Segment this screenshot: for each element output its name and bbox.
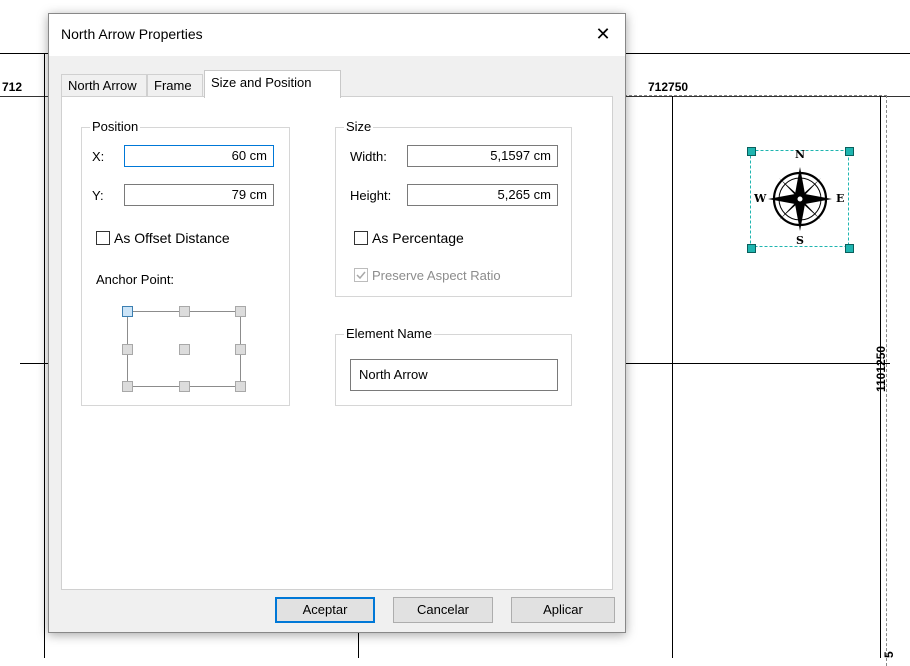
width-input[interactable]: 5,1597 cm — [407, 145, 558, 167]
map-line — [44, 53, 45, 658]
preserve-aspect-label: Preserve Aspect Ratio — [372, 268, 501, 283]
x-label: X: — [92, 149, 105, 164]
tab-frame[interactable]: Frame — [147, 74, 203, 96]
anchor-bottom-right[interactable] — [235, 381, 246, 392]
preserve-aspect-checkbox[interactable] — [354, 268, 368, 282]
as-percentage-checkbox[interactable] — [354, 231, 368, 245]
position-group-label: Position — [90, 119, 141, 134]
element-name-input[interactable]: North Arrow — [350, 359, 558, 391]
element-name-group: Element Name North Arrow — [335, 326, 572, 406]
offset-distance-checkbox[interactable] — [96, 231, 110, 245]
north-arrow-properties-dialog: North Arrow Properties ✕ North Arrow Fra… — [48, 13, 626, 633]
compass-w-label: W — [754, 192, 767, 205]
cancel-button[interactable]: Cancelar — [393, 597, 493, 623]
compass-s-label: S — [796, 234, 804, 247]
element-name-group-label: Element Name — [344, 326, 434, 341]
tab-size-and-position[interactable]: Size and Position — [204, 70, 341, 98]
anchor-top-center[interactable] — [179, 306, 190, 317]
resize-handle-sw[interactable] — [747, 244, 756, 253]
close-icon: ✕ — [595, 24, 611, 44]
title-bar[interactable]: North Arrow Properties ✕ — [49, 14, 625, 56]
height-input[interactable]: 5,265 cm — [407, 184, 558, 206]
map-coord-bottom: 5 — [882, 651, 896, 658]
compass-e-label: E — [836, 192, 845, 205]
size-group: Size Width: 5,1597 cm Height: 5,265 cm A… — [335, 119, 572, 297]
size-group-label: Size — [344, 119, 374, 134]
tab-north-arrow[interactable]: North Arrow — [61, 74, 147, 96]
apply-button[interactable]: Aplicar — [511, 597, 615, 623]
map-coord-right: 1101250 — [874, 345, 888, 392]
map-coord-left: 712 — [2, 80, 23, 94]
anchor-top-right[interactable] — [235, 306, 246, 317]
checkmark-icon — [356, 271, 366, 280]
as-percentage-label[interactable]: As Percentage — [372, 230, 464, 246]
y-label: Y: — [92, 188, 104, 203]
resize-handle-ne[interactable] — [845, 147, 854, 156]
anchor-bottom-left[interactable] — [122, 381, 133, 392]
tab-panel: Position X: 60 cm Y: 79 cm As Offset Dis… — [61, 96, 613, 590]
compass-n-label: N — [795, 148, 806, 161]
offset-distance-label[interactable]: As Offset Distance — [114, 230, 230, 246]
map-coord-top: 712750 — [648, 80, 689, 94]
close-button[interactable]: ✕ — [581, 14, 625, 56]
y-input[interactable]: 79 cm — [124, 184, 274, 206]
resize-handle-se[interactable] — [845, 244, 854, 253]
north-arrow-element[interactable]: N S W E — [747, 147, 854, 253]
width-label: Width: — [350, 149, 387, 164]
ok-button[interactable]: Aceptar — [275, 597, 375, 623]
x-input[interactable]: 60 cm — [124, 145, 274, 167]
anchor-middle-left[interactable] — [122, 344, 133, 355]
anchor-center[interactable] — [179, 344, 190, 355]
map-line — [672, 96, 673, 658]
anchor-middle-right[interactable] — [235, 344, 246, 355]
resize-handle-nw[interactable] — [747, 147, 756, 156]
position-group: Position X: 60 cm Y: 79 cm As Offset Dis… — [81, 119, 290, 406]
anchor-point-label: Anchor Point: — [96, 272, 175, 287]
anchor-point-grid — [122, 306, 252, 392]
anchor-top-left[interactable] — [122, 306, 133, 317]
anchor-bottom-center[interactable] — [179, 381, 190, 392]
dialog-title: North Arrow Properties — [61, 26, 203, 42]
height-label: Height: — [350, 188, 392, 203]
